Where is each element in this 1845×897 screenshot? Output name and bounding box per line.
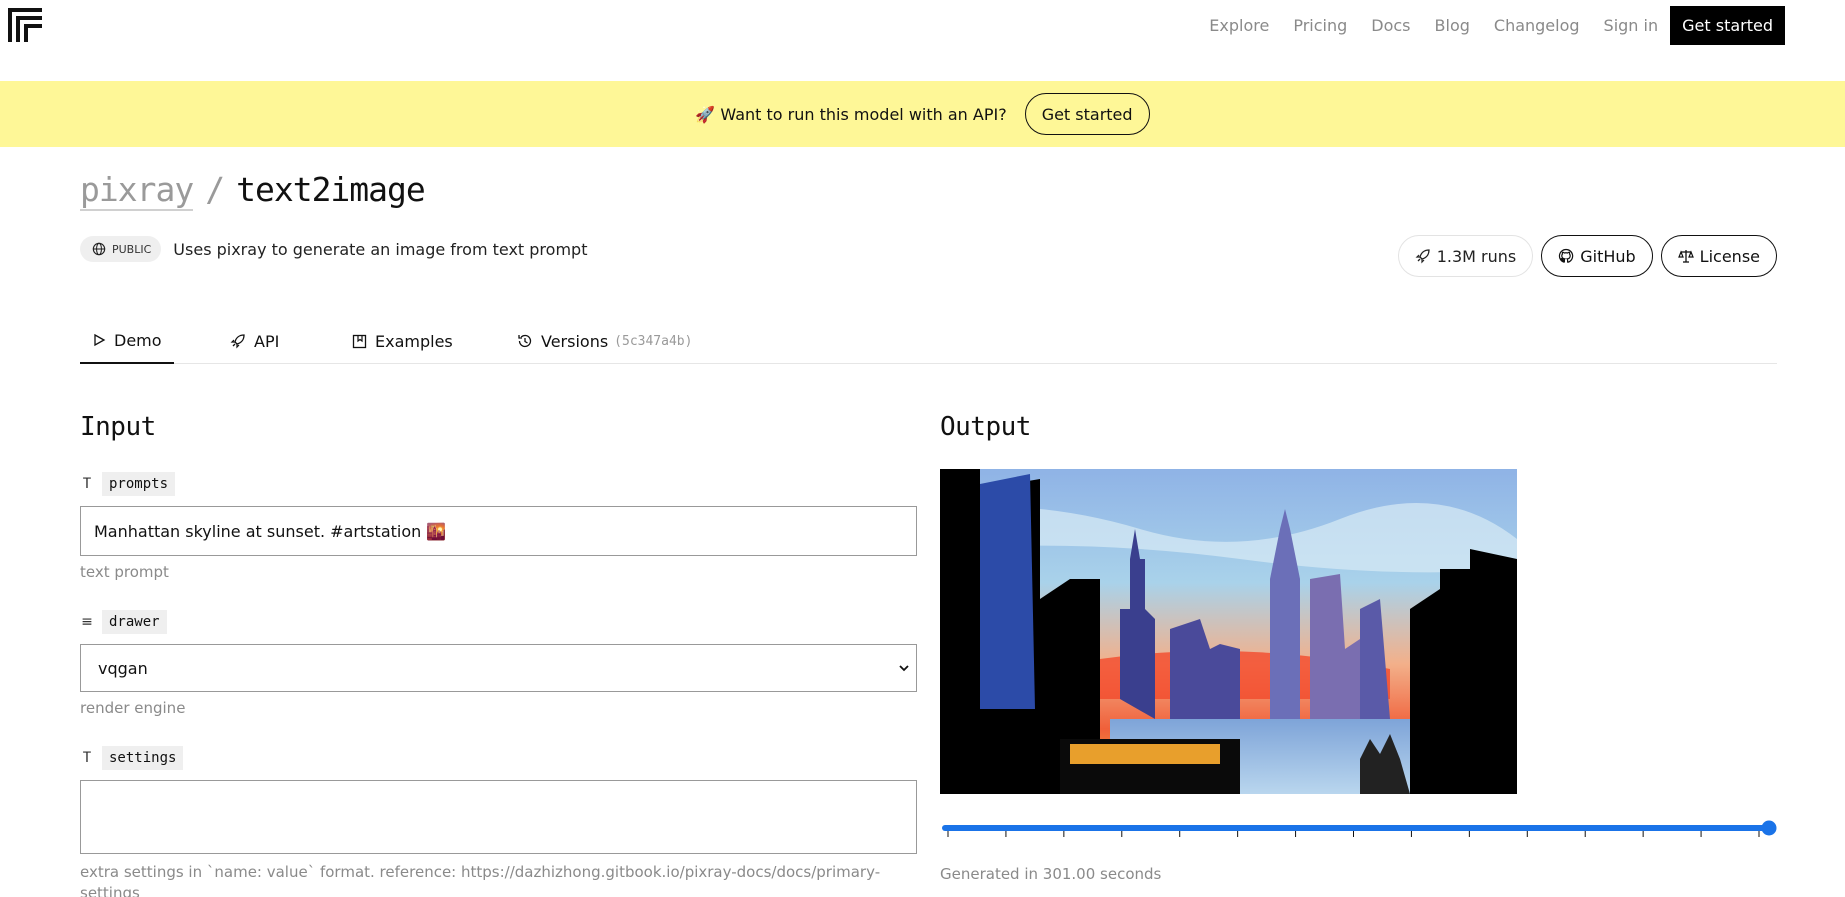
model-actions: 1.3M runs GitHub License [1390,235,1777,277]
nav-links: Explore Pricing Docs Blog Changelog Sign… [1185,6,1785,45]
github-label: GitHub [1580,246,1636,266]
prompts-name: prompts [102,472,176,496]
tab-api-label: API [254,331,280,351]
banner-get-started-button[interactable]: Get started [1024,93,1150,135]
output-image[interactable] [940,469,1517,794]
run-count-label: 1.3M runs [1436,246,1517,266]
tab-examples-label: Examples [375,331,453,351]
drawer-name: drawer [102,610,167,634]
model-name: text2image [236,170,426,209]
list-type-icon: ≡ [81,614,93,630]
settings-hint: extra settings in `name: value` format. … [80,863,881,897]
license-label: License [1699,246,1760,266]
drawer-hint: render engine [80,699,186,717]
settings-label: T settings [80,746,184,770]
prompts-input[interactable]: Manhattan skyline at sunset. #artstation… [80,506,917,556]
title-separator: / [205,170,225,209]
drawer-label: ≡ drawer [80,610,167,634]
slider-ticks [947,830,1760,837]
nav-pricing[interactable]: Pricing [1293,16,1347,35]
top-nav: Explore Pricing Docs Blog Changelog Sign… [0,0,1845,81]
drawer-selected-value: vqgan [98,658,148,678]
rocket-icon [230,334,245,349]
nav-blog[interactable]: Blog [1435,16,1470,35]
banner-text: 🚀 Want to run this model with an API? [695,104,1007,124]
tab-versions[interactable]: Versions (5c347a4b) [517,318,692,364]
github-button[interactable]: GitHub [1541,235,1653,277]
tab-examples[interactable]: Examples [352,318,453,364]
tab-demo-label: Demo [114,330,162,350]
page-title: pixray / text2image [80,170,426,211]
text-type-icon: T [82,750,92,766]
generated-skyline-image [940,469,1517,794]
chevron-down-icon [899,665,909,672]
text-type-icon: T [82,476,92,492]
tab-api[interactable]: API [230,318,279,364]
nav-docs[interactable]: Docs [1371,16,1410,35]
play-icon [94,333,106,347]
model-meta: PUBLIC Uses pixray to generate an image … [80,236,587,262]
drawer-select[interactable]: vqgan [80,644,917,692]
owner-link[interactable]: pixray [80,170,194,211]
run-count: 1.3M runs [1397,235,1534,277]
prompts-label: T prompts [80,472,176,496]
visibility-badge: PUBLIC [80,236,162,262]
nav-changelog[interactable]: Changelog [1494,16,1580,35]
settings-name: settings [102,746,184,770]
replicate-logo[interactable] [8,8,42,42]
nav-sign-in[interactable]: Sign in [1604,16,1659,35]
model-description: Uses pixray to generate an image from te… [173,239,588,259]
tab-demo[interactable]: Demo [80,318,174,364]
input-heading: Input [80,412,156,442]
tab-bar: Demo API Examples Versions (5c347a4b) [80,318,1777,364]
visibility-label: PUBLIC [112,242,152,256]
bookmark-icon [352,334,367,348]
scale-icon [1677,250,1694,263]
prompts-hint: text prompt [80,563,169,581]
globe-icon [92,242,106,256]
api-banner: 🚀 Want to run this model with an API? Ge… [0,81,1845,147]
get-started-button[interactable]: Get started [1670,6,1785,45]
output-heading: Output [940,412,1031,442]
output-timeline-slider[interactable] [940,817,1777,839]
tab-versions-label: Versions [541,331,609,351]
settings-input[interactable] [80,780,917,854]
history-icon [518,334,532,348]
rocket-icon [1415,249,1430,264]
slider-thumb[interactable] [1761,820,1777,836]
version-hash: (5c347a4b) [614,333,693,349]
license-button[interactable]: License [1660,235,1777,277]
generation-time: Generated in 301.00 seconds [940,865,1162,883]
github-icon [1559,248,1574,263]
nav-explore[interactable]: Explore [1209,16,1269,35]
